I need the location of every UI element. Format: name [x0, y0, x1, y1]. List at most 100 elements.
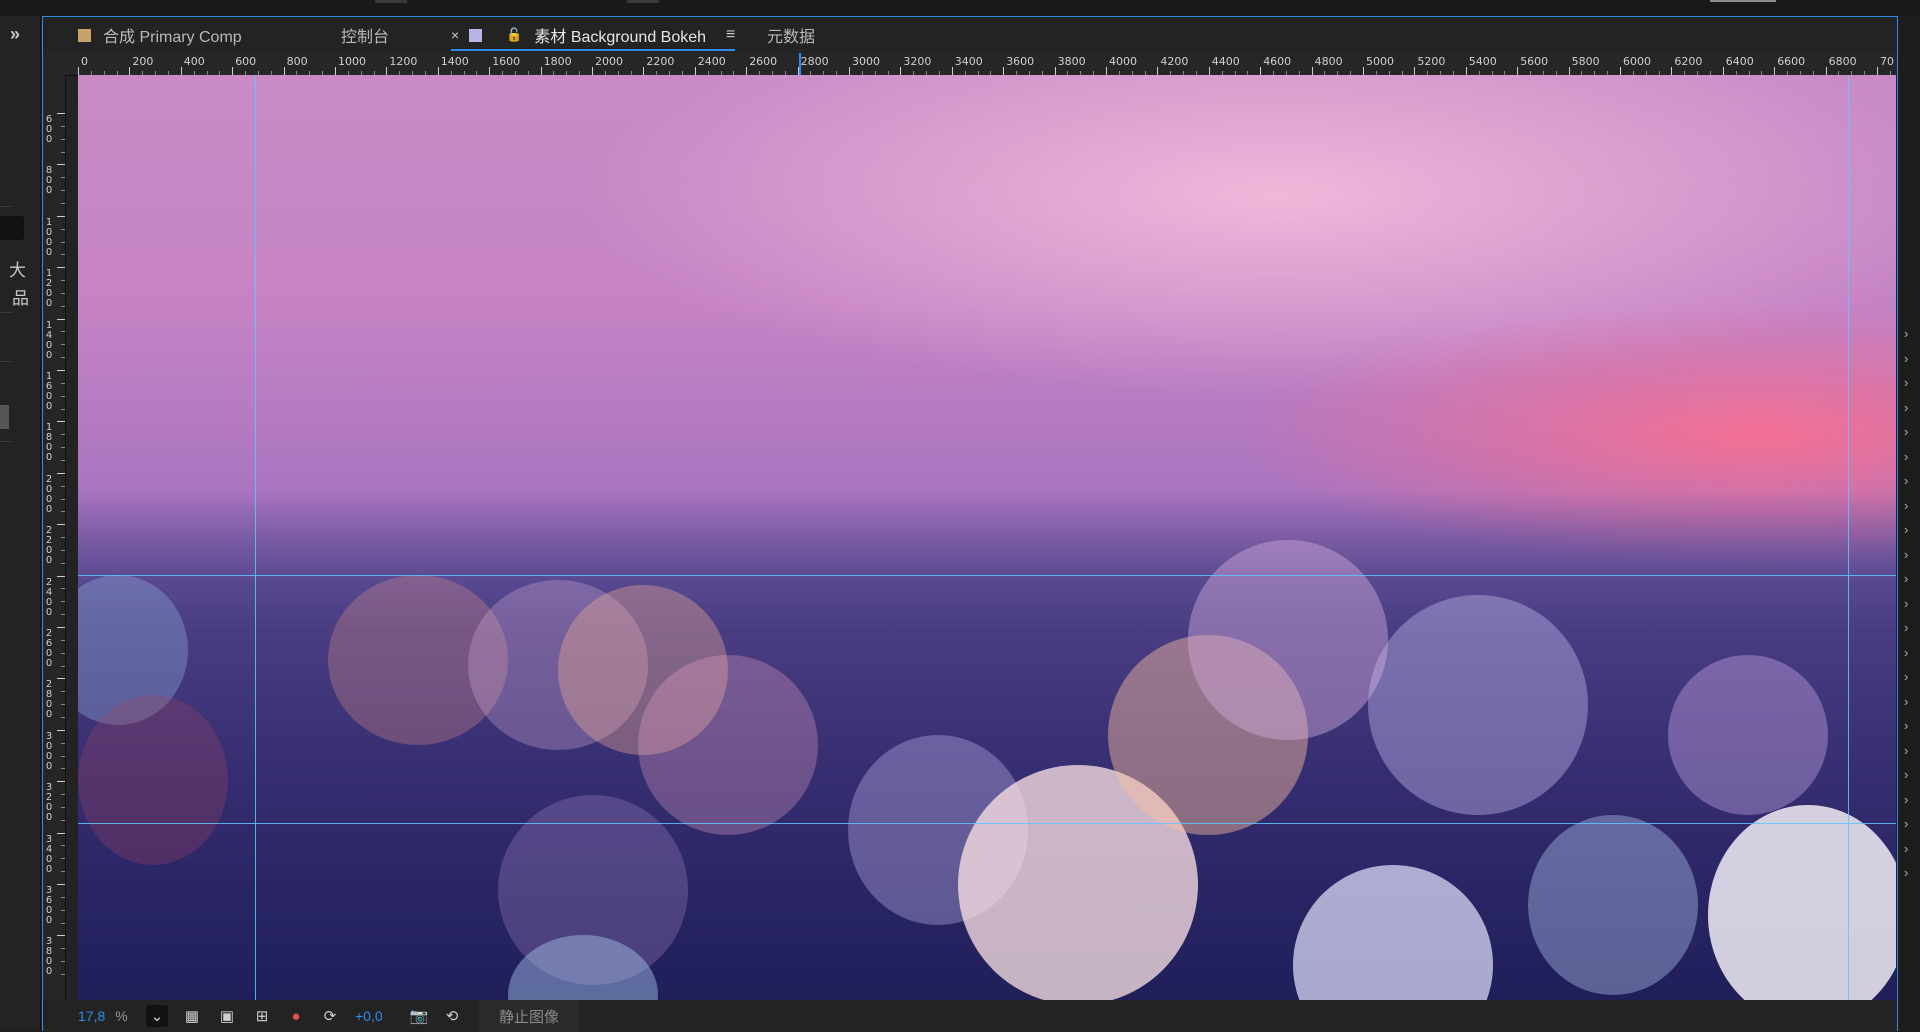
guide-line-vertical[interactable] — [1848, 75, 1849, 1000]
search-field-stub[interactable] — [0, 216, 24, 240]
chevron-right-icon[interactable]: › — [1904, 694, 1908, 709]
show-snapshot-button[interactable]: ⟲ — [441, 1000, 463, 1032]
chevron-right-icon[interactable]: › — [1904, 596, 1908, 611]
tab-metadata[interactable]: 元数据 — [767, 17, 815, 53]
tab-primary-comp[interactable]: 合成 Primary Comp — [78, 17, 242, 53]
ruler-minor-tick — [61, 292, 65, 294]
chevron-right-icon[interactable]: › — [1904, 669, 1908, 684]
ruler-major-tick — [57, 884, 65, 885]
chevron-right-icon[interactable]: › — [1904, 522, 1908, 537]
ruler-label: 5000 — [1366, 55, 1394, 68]
chevron-right-icon[interactable]: › — [1904, 718, 1908, 733]
bokeh-light — [638, 655, 818, 835]
mask-toggle-button[interactable]: ▣ — [216, 1000, 238, 1032]
guide-line-horizontal[interactable] — [78, 575, 1896, 576]
ruler-minor-tick — [61, 562, 65, 564]
ruler-label: 1600 — [492, 55, 521, 68]
left-dock: » 大 品 — [0, 16, 41, 1031]
horizontal-ruler[interactable]: 0 200 400 600 800 1000 1200 1400 1600 1800 2000 220… — [43, 53, 1897, 76]
ruler-minor-tick — [61, 549, 65, 551]
chevron-right-icon[interactable]: › — [1904, 424, 1908, 439]
panel-menu-icon[interactable]: ≡ — [726, 26, 735, 44]
ruler-label: 400 — [183, 55, 205, 68]
close-icon[interactable]: × — [451, 27, 459, 43]
vertical-ruler[interactable]: 600 800 1000 1200 1400 1600 1800 2000 2200 2400 26… — [43, 75, 66, 1000]
ruler-major-tick — [1311, 67, 1313, 75]
ruler-label: 4400 — [1211, 55, 1240, 68]
transparency-grid-button[interactable]: ▦ — [181, 1000, 203, 1032]
ruler-major-tick — [592, 67, 593, 75]
zoom-value[interactable]: 17,8 — [78, 1008, 105, 1024]
ruler-minor-tick — [61, 704, 65, 706]
chevron-right-icon[interactable]: › — [1904, 326, 1908, 341]
reset-exposure-button[interactable]: ⟳ — [319, 1000, 341, 1032]
guide-line-vertical[interactable] — [255, 75, 256, 1000]
still-image-label: 静止图像 — [479, 1000, 579, 1032]
ruler-minor-tick — [61, 280, 65, 282]
chevron-right-icon[interactable]: › — [1904, 449, 1908, 464]
grid-guides-icon: ⊞ — [255, 1008, 269, 1025]
zoom-control[interactable]: 17,8 % — [78, 1000, 128, 1032]
ruler-label: 70 — [1880, 55, 1894, 68]
chevron-right-icon[interactable]: › — [1904, 400, 1908, 415]
chevron-right-icon[interactable]: › — [1904, 351, 1908, 366]
bokeh-light — [1708, 805, 1896, 1000]
chevron-right-icon[interactable]: › — [1904, 571, 1908, 586]
ruler-label: 5200 — [1417, 55, 1446, 68]
ruler-label: 5800 — [1571, 55, 1600, 68]
ruler-major-tick — [540, 67, 542, 75]
ruler-label: 6600 — [1777, 55, 1806, 68]
ruler-label: 4600 — [1263, 55, 1292, 68]
ruler-major-tick — [694, 67, 696, 75]
tab-background-bokeh[interactable]: × 🔓 素材 Background Bokeh ≡ — [451, 17, 736, 53]
channel-button[interactable]: ● — [285, 1000, 307, 1032]
hierarchy-icon[interactable]: 品 — [12, 284, 29, 309]
snapshot-button[interactable]: 📷 — [408, 1000, 430, 1032]
ruler-minor-tick — [61, 511, 65, 513]
exposure-value[interactable]: +0,0 — [355, 1008, 383, 1024]
scroll-handle[interactable] — [0, 405, 9, 429]
ruler-minor-tick — [61, 447, 65, 449]
guides-options-button[interactable]: ⊞ — [251, 1000, 273, 1032]
footage-color-swatch — [469, 28, 483, 42]
chevron-right-icon[interactable]: › — [1904, 375, 1908, 390]
chevron-right-icon[interactable]: › — [1904, 743, 1908, 758]
tab-console[interactable]: 控制台 — [341, 17, 389, 53]
chevron-right-icon[interactable]: › — [1904, 792, 1908, 807]
chevron-down-icon[interactable]: ⌄ — [146, 1005, 168, 1027]
expand-panels-icon[interactable]: » — [10, 24, 20, 45]
ruler-label: 6000 — [1623, 55, 1651, 68]
guide-line-horizontal[interactable] — [78, 823, 1896, 824]
footage-viewer[interactable] — [78, 75, 1896, 1000]
ruler-label: 3800 — [1057, 55, 1086, 68]
exposure-control[interactable]: +0,0 — [355, 1000, 383, 1032]
ruler-major-tick — [232, 67, 234, 75]
ruler-cursor-marker — [799, 53, 801, 75]
chevron-right-icon[interactable]: › — [1904, 620, 1908, 635]
ruler-label: 1000 — [338, 55, 366, 68]
ruler-major-tick — [1722, 67, 1724, 75]
ruler-major-tick — [746, 67, 748, 75]
lock-icon[interactable]: 🔓 — [506, 27, 522, 43]
chevron-right-icon[interactable]: › — [1904, 473, 1908, 488]
reset-exposure-icon: ⟳ — [323, 1008, 337, 1025]
ruler-major-tick — [1260, 67, 1262, 75]
chevron-right-icon[interactable]: › — [1904, 767, 1908, 782]
ruler-minor-tick — [61, 768, 65, 770]
zoom-dropdown[interactable]: ⌄ — [146, 1000, 168, 1032]
ruler-major-tick — [849, 67, 850, 75]
chevron-right-icon[interactable]: › — [1904, 865, 1908, 880]
chevron-right-icon[interactable]: › — [1904, 841, 1908, 856]
chevron-right-icon[interactable]: › — [1904, 547, 1908, 562]
ruler-major-tick — [1774, 67, 1776, 75]
ruler-label: 1400 — [440, 55, 469, 68]
comp-color-swatch — [78, 28, 91, 42]
chevron-right-icon[interactable]: › — [1904, 645, 1908, 660]
ruler-label: 1800 — [45, 422, 53, 464]
ruler-major-tick — [78, 67, 79, 75]
ruler-minor-tick — [61, 190, 65, 192]
bokeh-light — [1668, 655, 1828, 815]
ruler-major-tick — [57, 935, 65, 937]
chevron-right-icon[interactable]: › — [1904, 498, 1908, 513]
chevron-right-icon[interactable]: › — [1904, 816, 1908, 831]
